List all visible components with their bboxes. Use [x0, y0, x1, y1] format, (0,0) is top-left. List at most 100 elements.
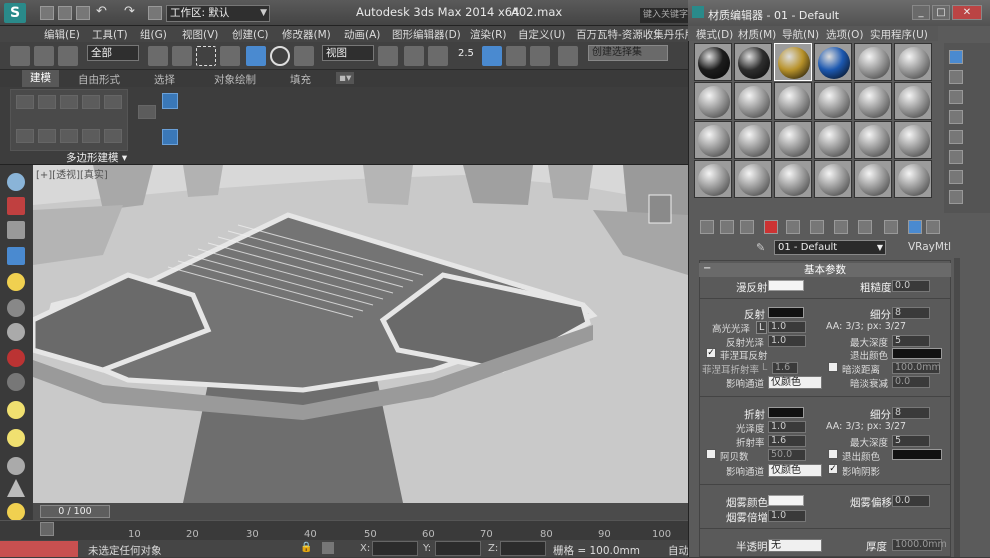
app-logo-icon[interactable]: S: [4, 3, 26, 23]
x-coord-field[interactable]: [372, 541, 418, 556]
modify-mode-icon[interactable]: [16, 129, 34, 143]
maximize-button[interactable]: □: [932, 5, 950, 20]
backlight-icon[interactable]: [949, 70, 963, 84]
menu-rendering[interactable]: 渲染(R): [470, 27, 507, 42]
select-by-name-icon[interactable]: [172, 46, 192, 66]
menu-utilities[interactable]: 实用程序(U): [870, 27, 932, 42]
roughness-spinner[interactable]: 0.0: [892, 280, 930, 292]
fresnel-ior-spinner[interactable]: 1.6: [772, 362, 798, 374]
material-sample-slot[interactable]: [694, 121, 732, 159]
angle-snap-icon[interactable]: [482, 46, 502, 66]
refract-exit-color-swatch[interactable]: [892, 449, 942, 460]
menu-create[interactable]: 创建(C): [232, 27, 269, 42]
refract-subdivs-spinner[interactable]: 8: [892, 407, 930, 419]
z-coord-field[interactable]: [500, 541, 546, 556]
material-id-channel-icon[interactable]: [858, 220, 872, 234]
minimize-button[interactable]: _: [912, 5, 930, 20]
lock-icon[interactable]: 🔒: [300, 542, 312, 553]
reference-coordinate-dropdown[interactable]: 视图: [322, 45, 374, 61]
material-sample-slot[interactable]: [854, 160, 892, 198]
sample-uv-tiling-icon[interactable]: [949, 110, 963, 124]
teapot-icon[interactable]: [7, 173, 25, 191]
curve-editor-icon[interactable]: [7, 299, 25, 317]
sun-icon[interactable]: [7, 401, 25, 419]
tab-modeling[interactable]: 建模: [22, 70, 59, 87]
unlink-icon[interactable]: [34, 46, 54, 66]
select-object-icon[interactable]: [148, 46, 168, 66]
go-to-parent-icon[interactable]: [926, 220, 940, 234]
tab-populate[interactable]: 填充: [290, 72, 311, 87]
translucency-dropdown[interactable]: 无: [768, 539, 822, 552]
abbe-checkbox[interactable]: [706, 449, 716, 459]
material-type-button[interactable]: VRayMtl: [908, 241, 951, 253]
menu-edit[interactable]: 编辑(E): [44, 27, 80, 42]
material-sample-slot[interactable]: [774, 121, 812, 159]
reflect-gloss-spinner[interactable]: 1.0: [768, 335, 806, 347]
window-crossing-icon[interactable]: [220, 46, 240, 66]
abbe-spinner[interactable]: 50.0: [768, 449, 806, 461]
fog-bias-spinner[interactable]: 0.0: [892, 495, 930, 507]
hilight-gloss-spinner[interactable]: 1.0: [768, 321, 806, 333]
refract-max-depth-spinner[interactable]: 5: [892, 435, 930, 447]
track-bar[interactable]: [0, 520, 700, 540]
diffuse-color-swatch[interactable]: [768, 280, 804, 291]
material-sample-slot[interactable]: [894, 121, 932, 159]
show-end-result-mat-icon[interactable]: [908, 220, 922, 234]
vertex-mode-icon[interactable]: [16, 95, 34, 109]
rect-selection-icon[interactable]: [196, 46, 216, 66]
background-icon[interactable]: [949, 90, 963, 104]
ribbon-options-icon[interactable]: ▪▾: [336, 72, 355, 84]
refract-affect-channels-dropdown[interactable]: 仅颜色: [768, 464, 822, 477]
copy-material-icon[interactable]: [786, 220, 800, 234]
material-sample-slot[interactable]: [694, 160, 732, 198]
light-icon[interactable]: [7, 273, 25, 291]
open-file-icon[interactable]: [58, 6, 72, 20]
refract-gloss-spinner[interactable]: 1.0: [768, 421, 806, 433]
menu-material[interactable]: 材质(M): [738, 27, 776, 42]
time-slider-thumb[interactable]: 0 / 100: [40, 505, 110, 518]
material-sample-slot[interactable]: [894, 82, 932, 120]
reset-map-icon[interactable]: [764, 220, 778, 234]
snap-toggle-value[interactable]: 2.5: [458, 48, 474, 59]
make-unique-icon[interactable]: [810, 220, 824, 234]
daylight-icon[interactable]: [7, 503, 25, 521]
scene-explorer-icon[interactable]: [7, 247, 25, 265]
tab-object-paint[interactable]: 对象绘制: [214, 72, 256, 87]
record-icon[interactable]: [7, 349, 25, 367]
redo-icon[interactable]: ↷: [124, 4, 135, 19]
thickness-spinner[interactable]: 1000.0mm: [892, 539, 947, 551]
camera-icon[interactable]: [7, 323, 25, 341]
hilight-lock-button[interactable]: L: [756, 321, 768, 334]
sphere-wireframe-icon[interactable]: [7, 373, 25, 391]
edit-named-selection-icon[interactable]: [558, 46, 578, 66]
menu-mode[interactable]: 模式(D): [696, 27, 733, 42]
menu-group[interactable]: 组(G): [140, 27, 167, 42]
material-sample-slot[interactable]: [774, 160, 812, 198]
undo-icon[interactable]: ↶: [96, 4, 107, 19]
move-icon[interactable]: [246, 46, 266, 66]
render-setup-icon[interactable]: [7, 197, 25, 215]
material-sample-slot[interactable]: [734, 82, 772, 120]
material-sample-slot[interactable]: [894, 160, 932, 198]
rotate-icon[interactable]: [270, 46, 290, 66]
eyedropper-icon[interactable]: ✎: [756, 241, 765, 254]
put-to-library-icon[interactable]: [834, 220, 848, 234]
fresnel-checkbox[interactable]: ✓: [706, 348, 716, 358]
menu-tools[interactable]: 工具(T): [92, 27, 128, 42]
show-in-viewport-icon[interactable]: [884, 220, 898, 234]
teapot-render-icon[interactable]: [7, 457, 25, 475]
search-input[interactable]: 键入关键字或短语: [640, 8, 690, 23]
reflect-subdivs-spinner[interactable]: 8: [892, 307, 930, 319]
perspective-viewport[interactable]: [+][透视][真实]: [33, 165, 688, 503]
material-sample-slot[interactable]: [814, 82, 852, 120]
rollout-scrollbar[interactable]: [954, 258, 960, 557]
menu-customize[interactable]: 自定义(U): [518, 27, 565, 42]
material-sample-slot[interactable]: [854, 43, 892, 81]
assign-material-icon[interactable]: [740, 220, 754, 234]
tab-freeform[interactable]: 自由形式: [78, 72, 120, 87]
refract-color-swatch[interactable]: [768, 407, 804, 418]
affect-shadows-checkbox[interactable]: ✓: [828, 464, 838, 474]
fog-multiplier-spinner[interactable]: 1.0: [768, 510, 806, 522]
fog-color-swatch[interactable]: [768, 495, 804, 506]
rollout-header[interactable]: 基本参数: [699, 263, 951, 277]
